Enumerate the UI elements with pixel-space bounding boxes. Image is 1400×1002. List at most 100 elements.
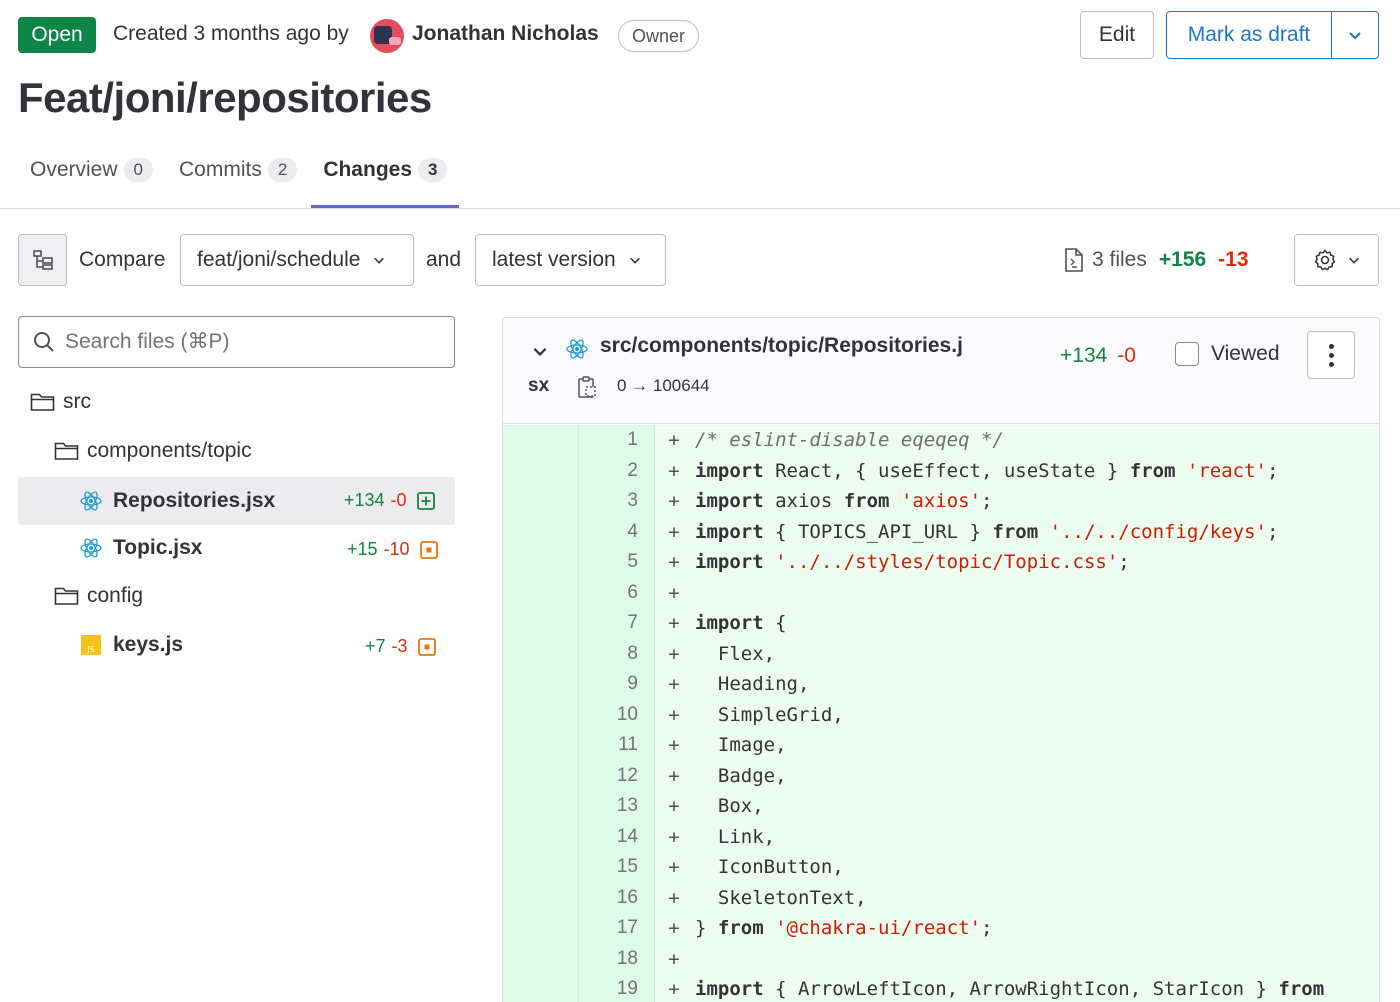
line-number[interactable]: 3 — [579, 486, 655, 517]
tab-label: Overview — [30, 158, 118, 181]
diff-line: 16 + SkeletonText, — [503, 882, 1379, 913]
tab-commits[interactable]: Commits 2 — [167, 144, 309, 196]
line-number[interactable]: 1 — [579, 425, 655, 456]
and-label: and — [426, 248, 462, 271]
file-deletions: -0 — [390, 490, 407, 510]
file-stats: +7 -3 — [365, 636, 436, 657]
diff-file-path-continued[interactable]: sx — [528, 375, 549, 397]
file-options-button[interactable] — [1307, 331, 1355, 379]
kebab-icon — [1328, 343, 1334, 349]
tree-file-keys[interactable]: JS keys.js — [81, 621, 183, 669]
viewed-toggle[interactable]: Viewed — [1175, 342, 1280, 366]
source-branch-value: feat/joni/schedule — [197, 248, 361, 271]
line-number[interactable]: 4 — [579, 516, 655, 547]
line-number[interactable]: 12 — [579, 760, 655, 791]
diff-file-path[interactable]: src/components/topic/Repositories.j — [600, 334, 963, 358]
folder-label: components/topic — [87, 439, 252, 462]
folder-icon — [30, 393, 55, 411]
line-number[interactable]: 11 — [579, 730, 655, 761]
tree-folder-config[interactable]: config — [54, 572, 143, 620]
tree-folder-src[interactable]: src — [30, 378, 91, 426]
mark-as-draft-button[interactable]: Mark as draft — [1167, 12, 1332, 58]
line-number[interactable]: 15 — [579, 852, 655, 883]
file-name: Topic.jsx — [113, 536, 203, 559]
author-link[interactable]: Jonathan Nicholas — [412, 22, 599, 46]
file-stats: +134 -0 — [344, 490, 435, 511]
diff-line: 15 + IconButton, — [503, 852, 1379, 883]
tab-changes[interactable]: Changes 3 — [311, 144, 460, 208]
diff-additions: +134 — [1060, 344, 1108, 367]
source-branch-select[interactable]: feat/joni/schedule — [180, 234, 414, 286]
tree-file-topic[interactable]: Topic.jsx — [79, 524, 202, 572]
diff-line: 1 +/* eslint-disable eqeqeq */ — [503, 425, 1379, 456]
svg-text:JS: JS — [86, 645, 94, 654]
diff-line: 14 + Link, — [503, 821, 1379, 852]
folder-label: config — [87, 584, 144, 607]
line-number[interactable]: 6 — [579, 577, 655, 608]
file-deletions: -3 — [391, 636, 408, 656]
status-badge: Open — [18, 17, 96, 53]
collapse-chevron-icon[interactable] — [531, 342, 549, 360]
line-number[interactable]: 2 — [579, 455, 655, 486]
viewed-checkbox[interactable] — [1175, 342, 1199, 366]
diff-code: 1 +/* eslint-disable eqeqeq */ 2 + import R… — [503, 425, 1379, 1002]
chevron-down-icon — [629, 257, 640, 264]
file-added-icon — [416, 491, 435, 510]
search-input[interactable] — [65, 330, 435, 354]
react-icon — [80, 538, 102, 558]
compare-label: Compare — [79, 248, 166, 271]
target-version-select[interactable]: latest version — [475, 234, 666, 286]
file-deletions: -10 — [383, 539, 410, 559]
viewed-label: Viewed — [1211, 342, 1280, 365]
file-tree-toggle[interactable] — [18, 234, 67, 286]
line-number[interactable]: 17 — [579, 913, 655, 944]
diff-line: 18 + — [503, 943, 1379, 974]
tab-count: 3 — [418, 158, 448, 182]
file-additions: +15 — [347, 539, 378, 559]
file-additions: +134 — [344, 490, 385, 510]
line-number[interactable]: 8 — [579, 638, 655, 669]
edit-button[interactable]: Edit — [1080, 11, 1154, 59]
diff-settings-button[interactable] — [1294, 234, 1379, 286]
diff-summary: 3 files +156 -13 — [1064, 247, 1249, 273]
react-icon — [566, 339, 588, 359]
diff-line: 13 + Box, — [503, 791, 1379, 822]
line-number[interactable]: 10 — [579, 699, 655, 730]
diff-line: 6 + — [503, 577, 1379, 608]
tab-overview[interactable]: Overview 0 — [18, 144, 165, 196]
copy-path-icon[interactable] — [577, 375, 597, 399]
line-number[interactable]: 5 — [579, 547, 655, 578]
draft-dropdown-toggle[interactable] — [1332, 12, 1378, 58]
draft-button-group: Mark as draft — [1166, 11, 1379, 59]
line-number[interactable]: 16 — [579, 882, 655, 913]
file-modified-icon — [419, 540, 438, 559]
chevron-down-icon — [374, 257, 385, 264]
file-diff-icon — [1065, 248, 1083, 272]
folder-icon — [54, 587, 79, 605]
owner-badge: Owner — [618, 20, 700, 52]
line-number[interactable]: 19 — [579, 974, 655, 1002]
line-number[interactable]: 7 — [579, 608, 655, 639]
total-deletions: -13 — [1218, 248, 1249, 271]
tab-label: Changes — [323, 158, 412, 181]
file-search — [18, 316, 455, 368]
diff-line: 5 + import '../../styles/topic/Topic.css'; — [503, 547, 1379, 578]
folder-label: src — [63, 390, 91, 413]
line-number[interactable]: 9 — [579, 669, 655, 700]
file-stats: +15 -10 — [347, 539, 438, 560]
diff-deletions: -0 — [1117, 344, 1136, 367]
tab-label: Commits — [179, 158, 262, 181]
line-number[interactable]: 13 — [579, 791, 655, 822]
line-number[interactable]: 14 — [579, 821, 655, 852]
diff-line: 3 + import axios from 'axios'; — [503, 486, 1379, 517]
tab-count: 2 — [267, 158, 298, 182]
tree-folder-components-topic[interactable]: components/topic — [54, 427, 252, 475]
gear-icon — [1314, 249, 1335, 271]
diff-line: 19 + import { ArrowLeftIcon, ArrowRightIco… — [503, 974, 1379, 1002]
diff-line: 9 + Heading, — [503, 669, 1379, 700]
tree-file-repositories[interactable]: Repositories.jsx — [79, 477, 275, 525]
file-name: Repositories.jsx — [113, 489, 276, 512]
line-number[interactable]: 18 — [579, 943, 655, 974]
total-additions: +156 — [1158, 248, 1207, 271]
avatar[interactable] — [370, 19, 404, 53]
